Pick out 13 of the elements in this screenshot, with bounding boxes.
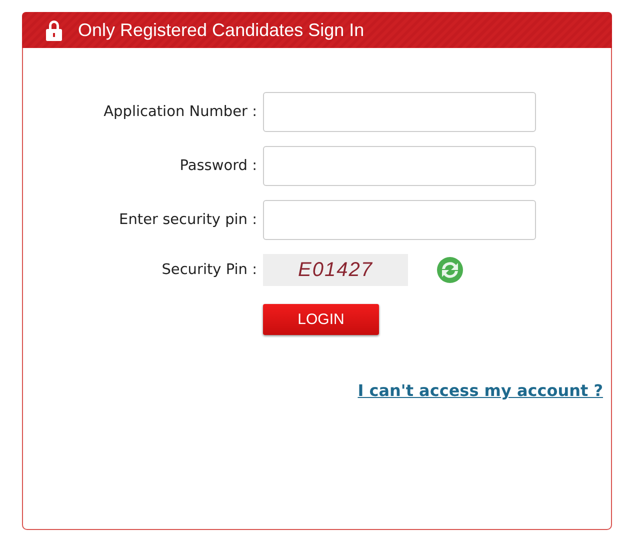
input-field[interactable] — [263, 200, 536, 240]
login-button[interactable]: LOGIN — [263, 304, 379, 335]
lock-icon — [46, 20, 62, 40]
input-field[interactable] — [263, 146, 536, 186]
refresh-icon[interactable] — [436, 256, 464, 284]
field-label: Enter security pin : — [119, 212, 257, 228]
field-label: Security Pin : — [162, 262, 257, 278]
field-label: Application Number : — [104, 104, 257, 120]
input-field[interactable] — [263, 92, 536, 132]
panel-title: Only Registered Candidates Sign In — [78, 20, 364, 40]
captcha-image: E01427 — [263, 254, 408, 286]
field-label: Password : — [180, 158, 257, 174]
help-link[interactable]: I can't access my account ? — [358, 381, 603, 400]
